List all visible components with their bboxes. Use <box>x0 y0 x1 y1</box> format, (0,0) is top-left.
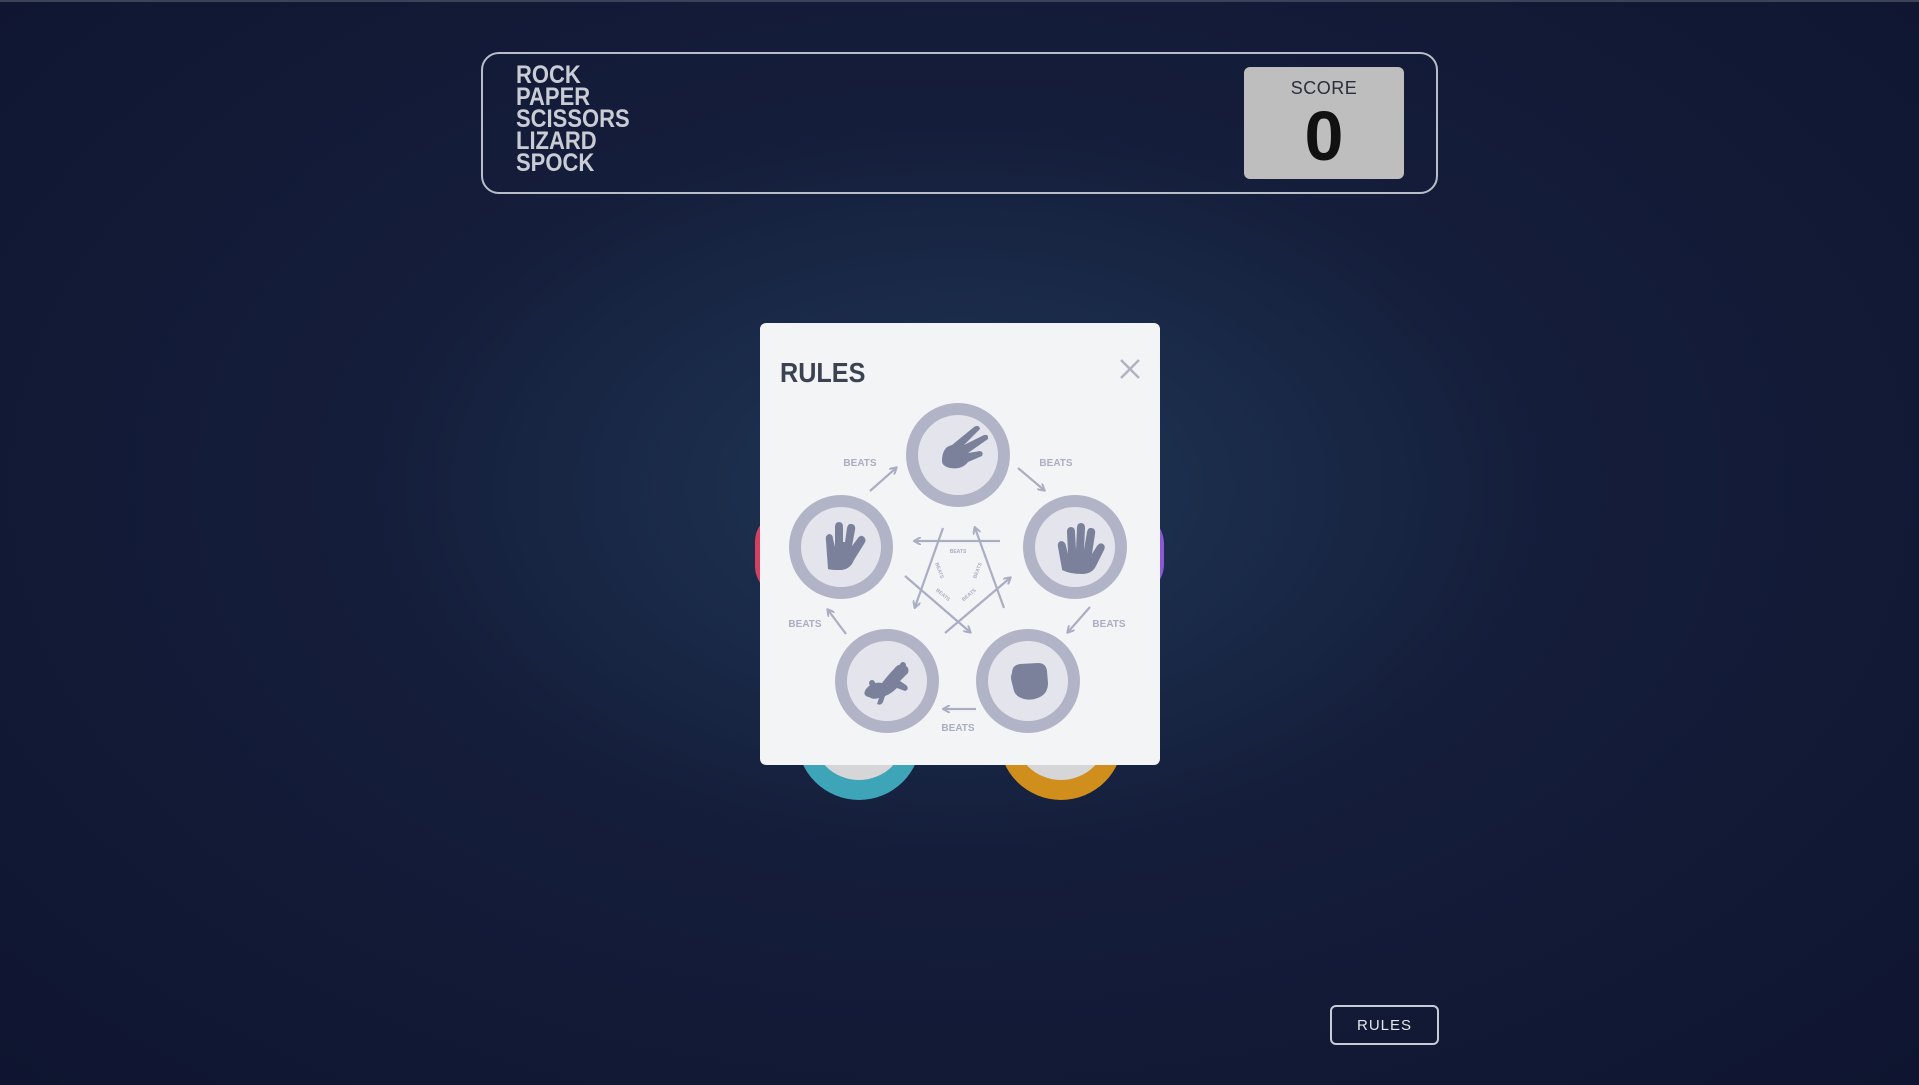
beats-label: BEATS <box>950 549 967 555</box>
title-line-spock: SPOCK <box>516 149 595 177</box>
score-label: SCORE <box>1290 78 1358 98</box>
node-scissors <box>906 403 1010 507</box>
beats-label: BEATS <box>1092 619 1125 630</box>
rock-icon <box>1011 663 1048 700</box>
arrow-scissors-paper <box>1017 467 1044 490</box>
beats-label: BEATS <box>941 723 974 734</box>
scoreboard-header: ROCK PAPER SCISSORS LIZARD SPOCK SCORE 0 <box>481 52 1438 194</box>
node-lizard <box>835 629 939 733</box>
beats-label: BEATS <box>972 561 984 579</box>
score-value: 0 <box>1304 97 1344 175</box>
inner-star-arrows <box>904 528 1010 633</box>
beats-label: BEATS <box>961 587 978 603</box>
beats-label: BEATS <box>933 562 945 580</box>
node-paper <box>1023 495 1127 599</box>
node-spock <box>789 495 893 599</box>
window-top-border <box>0 0 1919 2</box>
game-title: ROCK PAPER SCISSORS LIZARD SPOCK <box>516 63 630 177</box>
rules-diagram: BEATS BEATS BEATS BEATS BEATS BEATS BEAT… <box>788 403 1127 734</box>
arrow-lizard-spock <box>828 610 847 635</box>
arrow-paper-rock <box>1068 606 1091 632</box>
beats-label: BEATS <box>934 588 951 604</box>
rules-button[interactable]: RULES <box>1330 1005 1439 1045</box>
beats-label: BEATS <box>788 619 821 630</box>
arrow-spock-scissors <box>869 468 896 492</box>
inner-beats-labels: BEATS BEATS BEATS BEATS BEATS <box>933 549 984 603</box>
beats-label: BEATS <box>1039 458 1072 469</box>
node-rock <box>976 629 1080 733</box>
score-box: SCORE 0 <box>1244 67 1404 179</box>
rules-modal: RULES BEATS BEATS BEATS BEATS BEATS BEAT… <box>760 323 1160 765</box>
beats-label: BEATS <box>843 458 876 469</box>
